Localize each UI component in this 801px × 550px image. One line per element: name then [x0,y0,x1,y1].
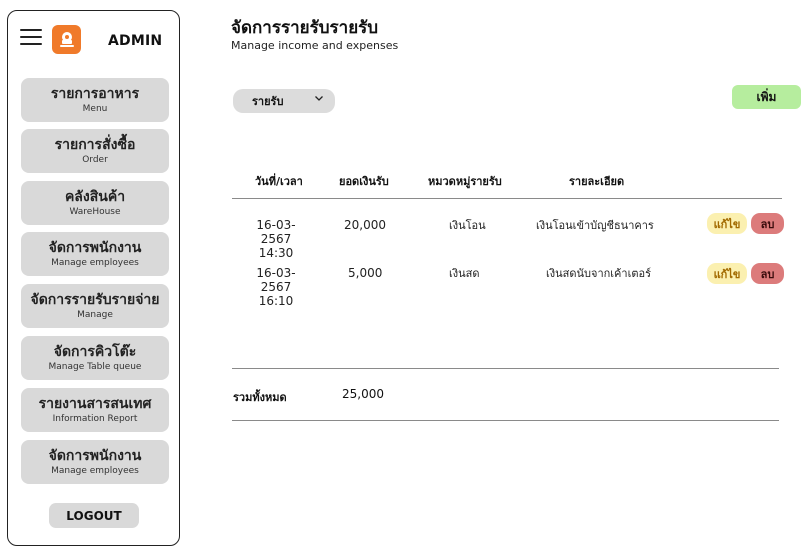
row-time: 14:30 [258,246,294,260]
sidebar-item-sublabel: Manage [77,309,113,320]
sidebar-item-label: จัดการรายรับรายจ่าย [30,291,160,308]
select-value: รายรับ [252,95,284,108]
sidebar-item-sublabel: Manage employees [51,257,139,268]
sidebar-item-label: จัดการพนักงาน [48,447,142,464]
column-header-category: หมวดหมู่รายรับ [428,175,502,188]
row-date: 16-03-2567 [256,266,296,294]
row-category: เงินโอน [449,219,486,232]
sidebar-item-table-queue[interactable]: จัดการคิวโต๊ะ Manage Table queue [21,336,169,380]
chef-logo-icon [59,31,74,47]
sidebar-item-sublabel: Manage Table queue [48,361,142,372]
sidebar-item-sublabel: Manage employees [51,465,139,476]
sidebar-item-warehouse[interactable]: คลังสินค้า WareHouse [21,181,169,225]
edit-button[interactable]: แก้ไข [707,263,747,284]
sidebar: ADMIN รายการอาหาร Menu รายการสั่งซื้อ Or… [7,10,180,546]
sidebar-item-sublabel: Order [82,154,108,165]
total-label: รวมทั้งหมด [233,391,287,404]
row-detail: เงินสดนับจากเค้าเตอร์ [546,267,652,280]
row-time: 16:10 [258,294,294,308]
sidebar-item-label: รายการสั่งซื้อ [54,136,136,153]
sidebar-item-sublabel: Information Report [52,413,138,424]
sidebar-item-income-expenses[interactable]: จัดการรายรับรายจ่าย Manage [21,284,169,328]
page-subtitle: Manage income and expenses [231,39,399,52]
sidebar-item-label: จัดการคิวโต๊ะ [53,343,137,360]
edit-button[interactable]: แก้ไข [707,213,747,234]
column-header-datetime: วันที่/เวลา [255,175,303,188]
row-amount: 20,000 [344,218,386,232]
sidebar-item-label: จัดการพนักงาน [48,239,142,256]
sidebar-item-employees-2[interactable]: จัดการพนักงาน Manage employees [21,440,169,484]
row-datetime: 16-03-2567 14:30 [244,218,308,260]
column-header-amount: ยอดเงินรับ [339,175,389,188]
sidebar-item-sublabel: WareHouse [69,206,121,217]
sidebar-item-information-report[interactable]: รายงานสารสนเทศ Information Report [21,388,169,432]
total-value: 25,000 [342,387,384,401]
income-type-select[interactable]: รายรับ [233,89,335,113]
sidebar-item-label: รายการอาหาร [50,85,140,102]
sidebar-header: ADMIN [8,11,179,73]
total-bottom-divider [232,420,779,421]
row-category: เงินสด [449,267,480,280]
hamburger-menu-icon[interactable] [20,29,42,45]
total-top-divider [232,368,779,369]
header-divider [232,198,782,199]
row-amount: 5,000 [348,266,383,280]
row-date: 16-03-2567 [256,218,296,246]
chevron-down-icon [314,93,324,106]
sidebar-item-employees[interactable]: จัดการพนักงาน Manage employees [21,232,169,276]
sidebar-item-label: รายงานสารสนเทศ [38,395,152,412]
admin-title: ADMIN [108,33,163,49]
row-detail: เงินโอนเข้าบัญชีธนาคาร [536,219,654,232]
sidebar-item-menu[interactable]: รายการอาหาร Menu [21,78,169,122]
sidebar-item-label: คลังสินค้า [64,188,126,205]
column-header-detail: รายละเอียด [569,175,625,188]
sidebar-item-order[interactable]: รายการสั่งซื้อ Order [21,129,169,173]
restaurant-logo [52,25,81,54]
delete-button[interactable]: ลบ [751,263,784,284]
sidebar-item-sublabel: Menu [82,103,108,114]
logout-button[interactable]: LOGOUT [49,503,139,528]
add-button[interactable]: เพิ่ม [732,85,801,109]
delete-button[interactable]: ลบ [751,213,784,234]
page-title: จัดการรายรับรายรับ [231,18,379,38]
row-datetime: 16-03-2567 16:10 [244,266,308,308]
